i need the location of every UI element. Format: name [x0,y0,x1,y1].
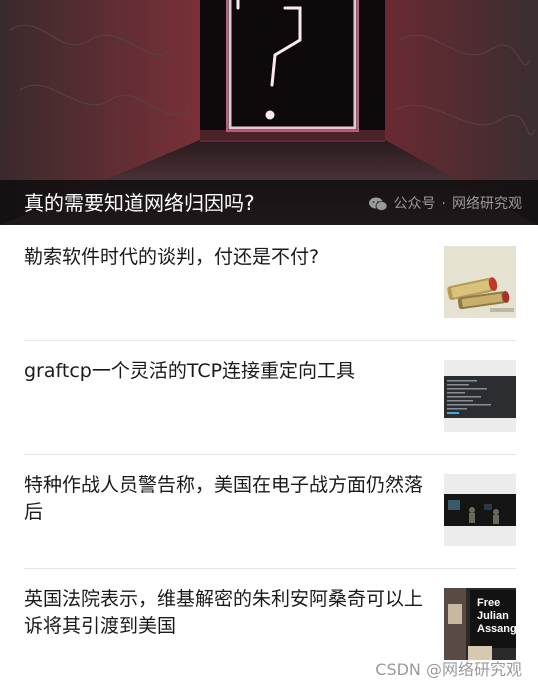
wechat-icon [368,197,387,211]
free-assange-sign-image: Free Julian Assange [444,588,516,660]
source-name: 网络研究观 [452,196,522,212]
soldiers-dark-image [444,474,516,546]
article-title: 英国法院表示，维基解密的朱利安阿桑奇可以上诉将其引渡到美国 [24,588,424,637]
footer-watermark: CSDN @网络研究观 [375,660,522,679]
source-prefix: 公众号 [393,196,436,212]
terminal-screenshot-image [444,360,516,432]
money-rolls-image [444,246,516,318]
sign-text-julian: Julian [477,610,509,622]
source-separator: · [441,196,446,212]
sign-text-free: Free [477,597,500,609]
article-title: 特种作战人员警告称，美国在电子战方面仍然落后 [24,474,424,523]
article-title: graftcp一个灵活的TCP连接重定向工具 [24,360,356,382]
list-item[interactable]: 勒索软件时代的谈判，付还是不付? [24,226,516,340]
hero-source[interactable]: 公众号 · 网络研究观 [368,194,522,214]
hero-title: 真的需要知道网络归因吗? [24,191,255,215]
sign-text-assange: Assange [477,623,516,635]
list-item[interactable]: 特种作战人员警告称，美国在电子战方面仍然落后 [24,454,516,568]
hero-banner[interactable]: 真的需要知道网络归因吗? 公众号 · 网络研究观 [0,0,538,225]
list-item[interactable]: graftcp一个灵活的TCP连接重定向工具 [24,340,516,454]
article-title: 勒索软件时代的谈判，付还是不付? [24,246,320,268]
